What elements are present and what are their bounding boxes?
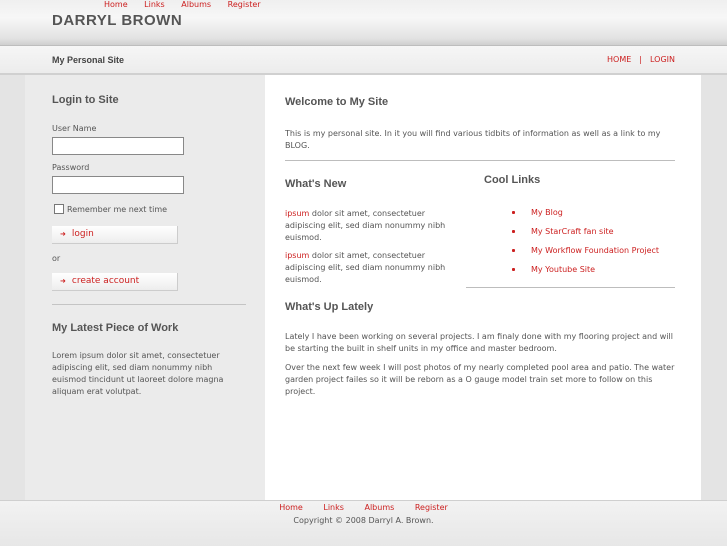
page-content: Login to Site User Name Password Remembe…: [25, 75, 701, 500]
footer-nav-links[interactable]: Links: [323, 503, 344, 512]
arrow-right-icon: ➜: [60, 230, 66, 238]
site-footer: Home Links Albums Register Copyright © 2…: [0, 500, 727, 546]
username-input[interactable]: [52, 137, 184, 155]
news-item-lead: ipsum: [285, 209, 310, 218]
sidebar-divider: [52, 304, 246, 305]
bullet-icon: [512, 230, 515, 233]
password-label: Password: [52, 163, 90, 172]
news-item-text: dolor sit amet, consectetuer adipiscing …: [285, 209, 446, 242]
sub-nav-home[interactable]: HOME: [607, 55, 631, 64]
bullet-icon: [512, 268, 515, 271]
top-nav-albums[interactable]: Albums: [181, 0, 211, 9]
whats-up-paragraph-1: Lately I have been working on several pr…: [285, 332, 673, 353]
news-item-text: dolor sit amet, consectetuer adipiscing …: [285, 251, 446, 284]
top-nav-links[interactable]: Links: [144, 0, 165, 9]
news-item: ipsum dolor sit amet, consectetuer adipi…: [285, 208, 457, 244]
create-account-button[interactable]: ➜ create account: [52, 273, 178, 291]
cool-link-blog[interactable]: My Blog: [531, 208, 563, 217]
remember-label: Remember me next time: [67, 205, 168, 214]
cool-link-starcraft[interactable]: My StarCraft fan site: [531, 227, 614, 236]
top-nav-register[interactable]: Register: [228, 0, 261, 9]
arrow-right-icon: ➜: [60, 277, 66, 285]
login-title: Login to Site: [52, 94, 119, 106]
news-item: ipsum dolor sit amet, consectetuer adipi…: [285, 250, 457, 286]
site-header: Home Links Albums Register DARRYL BROWN: [0, 0, 727, 46]
sub-nav-separator: |: [639, 55, 642, 64]
password-input[interactable]: [52, 176, 184, 194]
sub-nav-login[interactable]: LOGIN: [650, 55, 675, 64]
sub-header: My Personal Site HOME | LOGIN: [0, 46, 727, 75]
top-nav-home[interactable]: Home: [104, 0, 128, 9]
latest-work-title: My Latest Piece of Work: [52, 322, 179, 334]
welcome-text: This is my personal site. In it you will…: [285, 129, 661, 150]
latest-work-text: Lorem ipsum dolor sit amet, consectetuer…: [52, 351, 224, 396]
news-item-lead: ipsum: [285, 251, 310, 260]
copyright-text: Copyright © 2008 Darryl A. Brown.: [293, 516, 434, 525]
welcome-title: Welcome to My Site: [285, 96, 389, 108]
footer-nav-albums[interactable]: Albums: [364, 503, 394, 512]
cool-link-youtube[interactable]: My Youtube Site: [531, 265, 595, 274]
bullet-icon: [512, 211, 515, 214]
site-title: DARRYL BROWN: [52, 12, 183, 29]
bullet-icon: [512, 249, 515, 252]
footer-nav-home[interactable]: Home: [279, 503, 303, 512]
whats-up-title: What's Up Lately: [285, 301, 374, 313]
sidebar: Login to Site User Name Password Remembe…: [25, 75, 265, 500]
whats-new-title: What's New: [285, 178, 347, 190]
footer-nav-register[interactable]: Register: [415, 503, 448, 512]
cool-link-workflow[interactable]: My Workflow Foundation Project: [531, 246, 659, 255]
login-button[interactable]: ➜ login: [52, 226, 178, 244]
sub-nav: HOME | LOGIN: [607, 55, 675, 64]
login-button-label: login: [71, 229, 94, 239]
main-content: Welcome to My Site This is my personal s…: [265, 75, 701, 500]
username-label: User Name: [52, 124, 97, 133]
site-tagline: My Personal Site: [52, 55, 125, 65]
or-text: or: [52, 254, 61, 263]
whats-up-paragraph-2: Over the next few week I will post photo…: [285, 363, 675, 396]
create-account-button-label: create account: [71, 276, 140, 286]
remember-checkbox[interactable]: [54, 204, 64, 214]
top-nav: Home Links Albums Register: [104, 0, 275, 9]
footer-nav: Home Links Albums Register: [0, 503, 727, 512]
cool-links-divider: [466, 287, 675, 288]
welcome-divider: [285, 160, 675, 161]
cool-links-title: Cool Links: [484, 174, 541, 186]
